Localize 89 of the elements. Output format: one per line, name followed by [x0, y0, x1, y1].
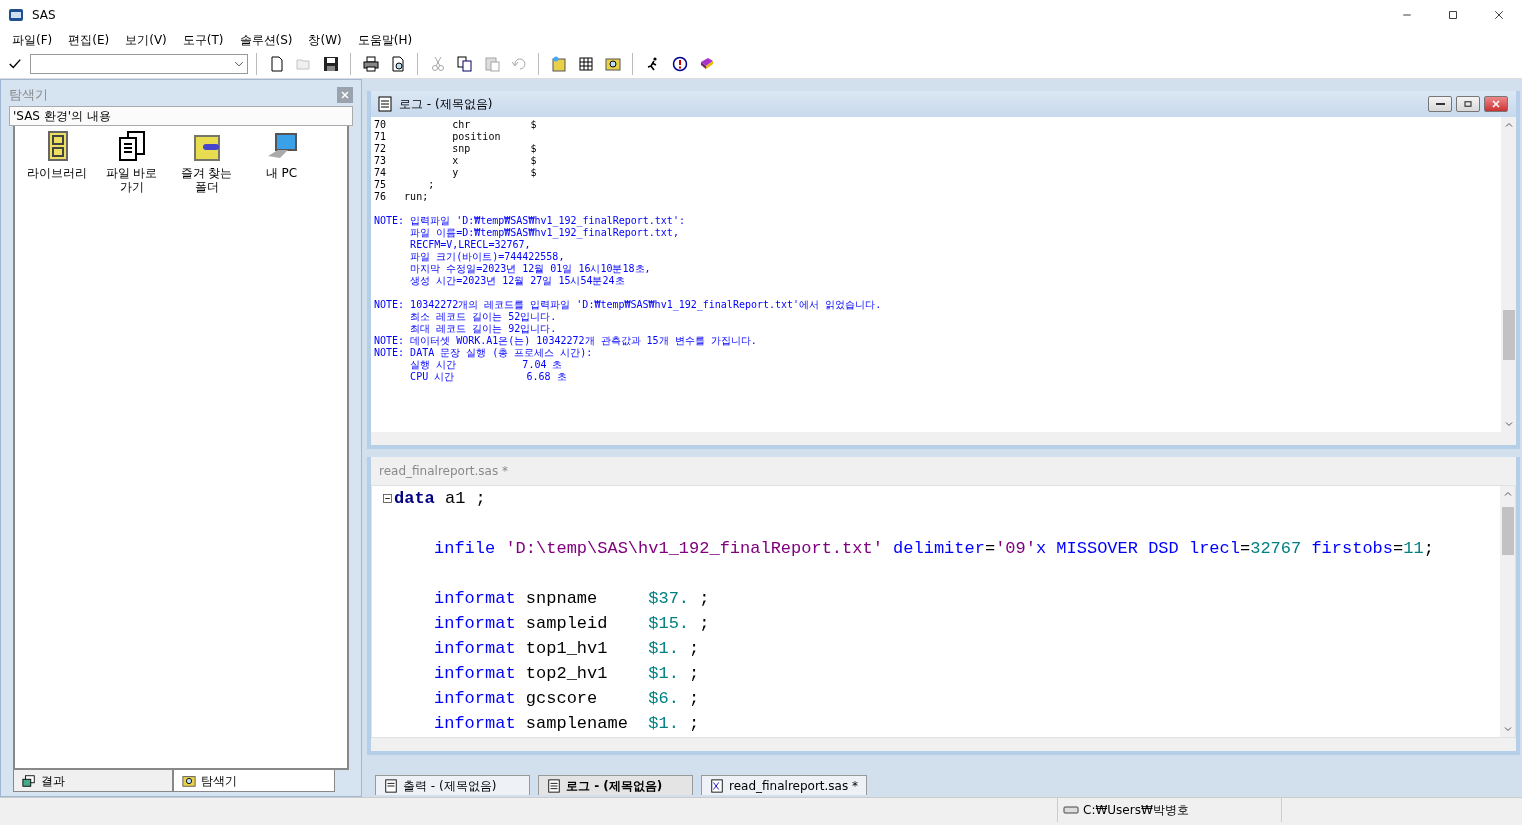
command-box[interactable]	[30, 54, 248, 74]
log-note-line: NOTE: 10342272개의 레코드를 입력파일 'D:₩temp₩SAS₩hv1_192_finalReport.txt'에서 읽었습니다.	[374, 299, 883, 311]
log-note-line: 최소 레코드 길이는 52입니다.	[409, 311, 558, 323]
code-line: informat top1_hv1 $1. ;	[434, 638, 700, 660]
close-button[interactable]	[1484, 96, 1508, 112]
menu-item[interactable]: 도구(T)	[174, 30, 232, 50]
log-note-line: NOTE: 입력파일 'D:₩temp₩SAS₩hv1_192_finalReport.txt':	[374, 215, 686, 227]
close-icon	[1493, 9, 1505, 21]
code-line: informat sampleid $15. ;	[434, 613, 710, 635]
log-note-line: RECFM=V,LRECL=32767,	[409, 239, 532, 251]
panel-heading: 'SAS 환경'의 내용	[9, 106, 353, 126]
code-line: informat samplename $1. ;	[434, 713, 700, 735]
log-note-line: 생성 시간=2023년 12월 27일 15시54분24초	[409, 275, 626, 287]
item-label[interactable]: 라이브러리	[26, 166, 87, 180]
log-note-line: 파일 이름=D:₩temp₩SAS₩hv1_192_finalReport.txt,	[409, 227, 680, 239]
log-source-line: 72 snp $	[374, 143, 538, 155]
menu-item[interactable]: 솔루션(S)	[231, 30, 301, 50]
status-path: C:₩Users₩박병호	[1083, 802, 1189, 819]
log-note-line: NOTE: 데이터셋 WORK.A1은(는) 10342272개 관측값과 15개 변수를 가집니다.	[374, 335, 758, 347]
log-note-line: 실행 시간 7.04 초	[409, 359, 564, 371]
log-source-line: 74 y $	[374, 167, 538, 179]
printer-icon[interactable]	[362, 56, 379, 72]
save-icon[interactable]	[322, 56, 339, 72]
restore-button[interactable]	[1456, 96, 1480, 112]
item-label[interactable]: 내 PC	[265, 166, 298, 180]
window-tab[interactable]: 로그 - (제목없음)	[538, 775, 693, 795]
panel-title: 탐색기	[9, 86, 48, 105]
log-source-line: 75 ;	[374, 179, 436, 191]
scroll-up-icon	[1503, 490, 1512, 498]
menu-item[interactable]: 도움말(H)	[349, 30, 421, 50]
folder-search-icon[interactable]	[604, 56, 621, 72]
menu-item[interactable]: 편집(E)	[60, 30, 118, 50]
item-label[interactable]: 파일 바로 가기	[94, 166, 169, 194]
close-button[interactable]	[337, 87, 353, 103]
panel-tab[interactable]: 탐색기	[173, 770, 335, 792]
code-line: informat top2_hv1 $1. ;	[434, 663, 700, 685]
maximize-icon	[1447, 9, 1459, 21]
scrollbar-thumb[interactable]	[1502, 309, 1515, 360]
scrollbar[interactable]	[1500, 486, 1515, 737]
log-source-line: 76 run;	[374, 191, 430, 203]
window-tab[interactable]: 출력 - (제목없음)	[375, 775, 530, 795]
program-file-icon	[710, 778, 724, 793]
minimize-icon[interactable]	[1435, 103, 1445, 105]
log-note-line: 최대 레코드 길이는 92입니다.	[409, 323, 558, 335]
log-source-line: 73 x $	[374, 155, 538, 167]
checkmark-icon[interactable]	[8, 57, 22, 71]
scrollbar[interactable]	[371, 432, 1516, 445]
window-tab[interactable]: read_finalreport.sas *	[701, 775, 867, 795]
scrollbar-thumb[interactable]	[1501, 506, 1514, 555]
copy-icon[interactable]	[456, 56, 473, 72]
exclamation-icon[interactable]	[671, 56, 688, 72]
log-note-line: 마지막 수정일=2023년 12월 01일 16시10분18초,	[409, 263, 652, 275]
restore-icon	[1462, 98, 1474, 110]
log-source-line: 71 position	[374, 131, 502, 143]
minimize-button[interactable]	[1428, 96, 1452, 112]
app-logo-icon	[8, 7, 24, 23]
print-preview-icon[interactable]	[389, 56, 406, 72]
window-title: read_finalreport.sas *	[371, 457, 1516, 485]
scroll-down-icon	[1503, 725, 1512, 733]
new-file-icon[interactable]	[268, 56, 285, 72]
panel-tab[interactable]: 결과	[13, 770, 173, 792]
scroll-up-icon	[1504, 121, 1513, 129]
notepad-icon	[547, 778, 561, 793]
item-label[interactable]: 즐겨 찾는 폴더	[169, 166, 244, 194]
window-title: 로그 - (제목없음)	[399, 96, 494, 113]
menu-item[interactable]: 창(W)	[300, 30, 350, 50]
window-title: SAS	[32, 7, 57, 24]
code-line: informat gcscore $6. ;	[434, 688, 700, 710]
scroll-down-icon	[1504, 420, 1513, 428]
scrollbar[interactable]	[371, 738, 1516, 751]
log-note-line: NOTE: DATA 문장 실행 (총 프로세스 시간):	[374, 347, 594, 359]
windows-icon	[22, 773, 36, 788]
log-source-line: 70 chr $	[374, 119, 538, 131]
notepad-icon	[377, 96, 393, 112]
collapse-icon[interactable]	[382, 494, 392, 503]
close-icon	[341, 91, 349, 99]
code-line: infile 'D:\temp\SAS\hv1_192_finalReport.txt' delimiter='09'x MISSOVER DSD lrecl=32767 firstobs=11;	[434, 538, 1434, 560]
log-note-line: 파일 크기(바이트)=744422558,	[409, 251, 566, 263]
menu-item[interactable]: 보기(V)	[117, 30, 175, 50]
log-note-line: CPU 시간 6.68 초	[409, 371, 568, 383]
book-icon[interactable]	[698, 56, 715, 72]
code-line: data a1 ;	[394, 488, 486, 510]
scrollbar[interactable]	[1501, 117, 1516, 432]
folder-search-icon	[182, 773, 196, 788]
notepad-icon	[384, 778, 398, 793]
table-icon[interactable]	[577, 56, 594, 72]
close-icon	[1490, 98, 1502, 110]
menu-item[interactable]: 파일(F)	[4, 30, 61, 50]
code-line: informat snpname $37. ;	[434, 588, 710, 610]
